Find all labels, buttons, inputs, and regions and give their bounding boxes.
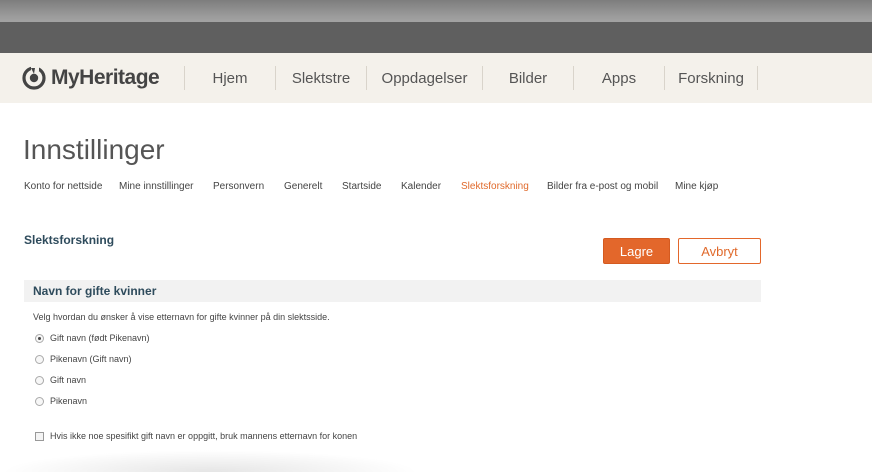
checkbox-label: Hvis ikke noe spesifikt gift navn er opp…: [50, 431, 358, 441]
nav-item-hjem[interactable]: Hjem: [184, 66, 275, 90]
radio-button-checked[interactable]: [35, 333, 44, 343]
subnav-mine-kjop[interactable]: Mine kjøp: [675, 181, 718, 192]
radio-label: Gift navn: [50, 375, 87, 385]
subnav-mine-innstillinger[interactable]: Mine innstillinger: [119, 181, 193, 192]
section-title: Slektsforskning: [24, 233, 115, 247]
subnav-personvern[interactable]: Personvern: [213, 181, 264, 192]
radio-button[interactable]: [35, 354, 44, 364]
subnav-kalender[interactable]: Kalender: [401, 181, 441, 192]
radio-button[interactable]: [35, 375, 44, 385]
nav-item-oppdagelser[interactable]: Oppdagelser: [366, 66, 482, 90]
group-title: Navn for gifte kvinner: [33, 284, 157, 298]
browser-chrome-bar: [0, 22, 872, 53]
married-names-group-header: Navn for gifte kvinner: [24, 280, 761, 302]
radio-button[interactable]: [35, 396, 44, 406]
nav-item-forskning[interactable]: Forskning: [664, 66, 758, 90]
nav-item-bilder[interactable]: Bilder: [482, 66, 573, 90]
radio-option-gift-navn[interactable]: Gift navn: [35, 374, 86, 386]
husband-surname-checkbox-row[interactable]: Hvis ikke noe spesifikt gift navn er opp…: [35, 430, 357, 442]
page-title: Innstillinger: [23, 134, 165, 165]
page-shadow: [0, 450, 420, 472]
browser-chrome-top: [0, 0, 872, 22]
radio-option-pikenavn-gift-navn[interactable]: Pikenavn (Gift navn): [35, 353, 132, 365]
site-header: MyHeritage Hjem Slektstre Oppdagelser Bi…: [0, 53, 872, 103]
radio-label: Pikenavn: [50, 396, 88, 406]
radio-option-pikenavn[interactable]: Pikenavn: [35, 395, 87, 407]
subnav-bilder-fra-e-post-og-mobil[interactable]: Bilder fra e-post og mobil: [547, 181, 658, 192]
nav-item-apps[interactable]: Apps: [573, 66, 664, 90]
save-button[interactable]: Lagre: [603, 238, 670, 264]
main-nav: Hjem Slektstre Oppdagelser Bilder Apps F…: [184, 66, 758, 90]
cancel-button[interactable]: Avbryt: [678, 238, 761, 264]
husband-surname-checkbox[interactable]: [35, 431, 44, 441]
logo-text: MyHeritage: [51, 66, 160, 89]
subnav-generelt[interactable]: Generelt: [284, 181, 322, 192]
subnav-konto-for-nettside[interactable]: Konto for nettside: [24, 181, 102, 192]
myheritage-logo[interactable]: MyHeritage: [22, 66, 160, 90]
nav-item-slektstre[interactable]: Slektstre: [275, 66, 366, 90]
myheritage-logo-icon: [22, 66, 49, 90]
radio-label: Gift navn (født Pikenavn): [50, 333, 150, 343]
married-names-description: Velg hvordan du ønsker å vise etternavn …: [33, 312, 330, 322]
radio-label: Pikenavn (Gift navn): [50, 354, 132, 364]
subnav-startside[interactable]: Startside: [342, 181, 381, 192]
radio-option-gift-navn-fodt-pikenavn[interactable]: Gift navn (født Pikenavn): [35, 332, 150, 344]
subnav-slektsforskning[interactable]: Slektsforskning: [461, 181, 529, 192]
